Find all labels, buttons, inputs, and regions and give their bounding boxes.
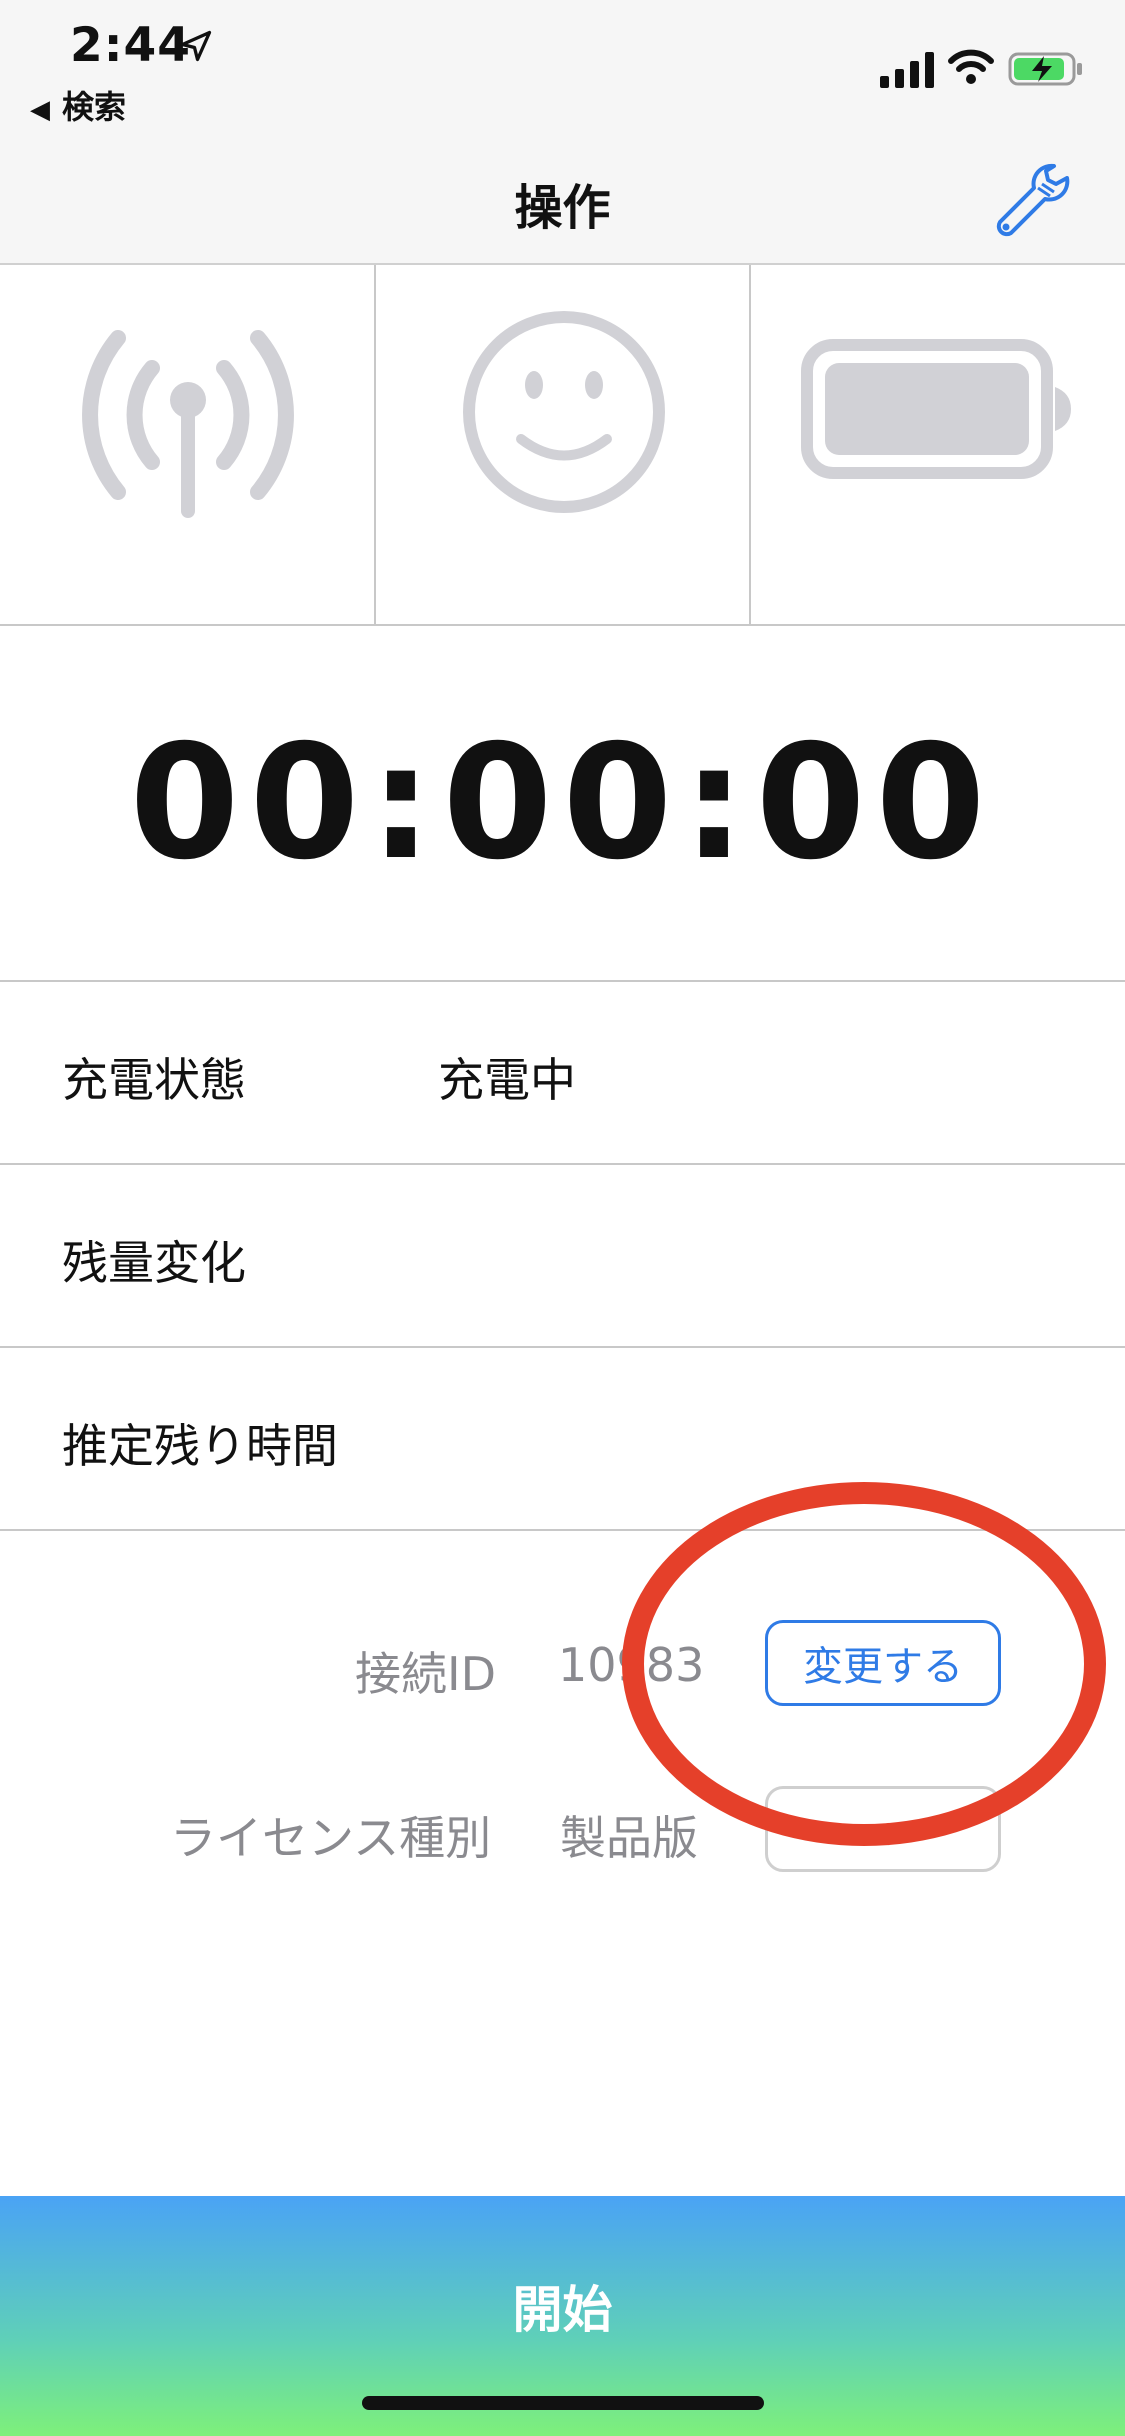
charging-status-row: 充電状態 充電中 <box>0 982 1125 1165</box>
back-to-search-link[interactable]: ◀ 検索 <box>30 82 126 128</box>
settings-wrench-icon[interactable] <box>990 158 1070 238</box>
smiley-icon <box>463 311 665 513</box>
top-bar: 2:44 ◀ 検索 操作 <box>0 0 1125 265</box>
page-title: 操作 <box>514 180 611 236</box>
status-time: 2:44 <box>70 18 191 73</box>
connection-id-value: 10983 <box>558 1638 705 1692</box>
back-link-label: 検索 <box>62 88 127 126</box>
license-type-value: 製品版 <box>560 1811 698 1865</box>
estimated-time-label: 推定残り時間 <box>62 1419 338 1473</box>
battery-tile <box>751 265 1125 624</box>
estimated-time-row: 推定残り時間 <box>0 1348 1125 1531</box>
antenna-icon <box>82 330 294 518</box>
license-button[interactable] <box>765 1786 1001 1872</box>
status-battery-icon <box>1008 52 1082 86</box>
battery-icon <box>801 339 1071 479</box>
change-connection-button[interactable]: 変更する <box>765 1620 1001 1706</box>
wifi-icon <box>948 49 994 84</box>
home-indicator[interactable] <box>362 2396 764 2410</box>
location-arrow-icon <box>180 30 212 62</box>
charging-status-label: 充電状態 <box>62 1053 246 1107</box>
license-type-label: ライセンス種別 <box>170 1811 492 1865</box>
connection-id-label: 接続ID <box>355 1647 496 1701</box>
charging-status-value: 充電中 <box>438 1053 576 1107</box>
status-indicator-tiles <box>0 265 1125 626</box>
connection-tile <box>0 265 376 624</box>
level-change-row: 残量変化 <box>0 1165 1125 1348</box>
cellular-signal-icon <box>880 52 934 88</box>
status-face-tile <box>376 265 751 624</box>
level-change-label: 残量変化 <box>62 1236 246 1290</box>
elapsed-timer: 00:00:00 <box>0 626 1125 982</box>
back-arrow-icon: ◀ <box>30 95 50 125</box>
